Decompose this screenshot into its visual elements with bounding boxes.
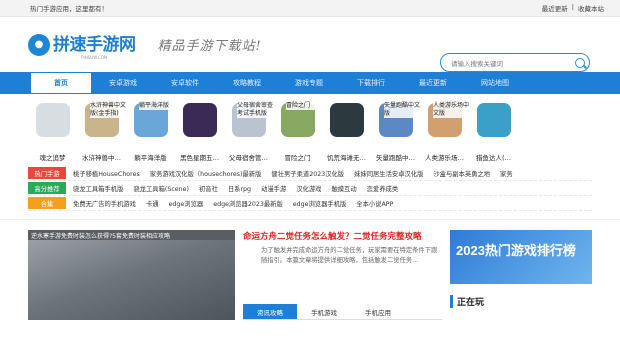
bookmark-site-link[interactable]: 收藏本站: [578, 3, 604, 13]
site-logo[interactable]: ● 拼速手游网 PINSUW.COM: [28, 30, 136, 60]
tag-link[interactable]: 初音社: [199, 184, 218, 193]
game-label[interactable]: 魂之追梦: [28, 152, 77, 162]
tag-row: 合集 免费无广告的手机游戏 卡通 edge浏览器 edge浏览器2023最新版 edge浏…: [28, 196, 592, 211]
tag-link[interactable]: 骁龙工具箱手机版: [73, 184, 123, 193]
game-item[interactable]: 人类游乐场中文版人类游乐场…: [420, 100, 471, 166]
logo-subtitle: PINSUW.COM: [81, 54, 108, 60]
tag-link[interactable]: 桃子移植HouseChores: [73, 169, 140, 178]
tag-link[interactable]: 动漫手游: [261, 184, 286, 193]
tag-link[interactable]: 妹妹同居生活安卓汉化版: [354, 169, 423, 178]
main-nav: 首页 安卓游戏 安卓软件 攻略教程 游戏专题 下载排行 最近更新 网站地图: [0, 72, 620, 94]
bottom-section: 逆水寒手游免费时装怎么获得?5套免费时装相应攻略 命运方舟二觉任务怎么触发？二觉…: [0, 219, 620, 320]
nav-item-5[interactable]: 下载排行: [340, 72, 402, 94]
game-app-icon[interactable]: [329, 103, 364, 137]
nav-item-6[interactable]: 最近更新: [402, 72, 464, 94]
tag-link[interactable]: 汉化游戏: [296, 184, 321, 193]
game-label[interactable]: 父母宿舍管…: [224, 152, 273, 162]
search-input[interactable]: 请输入搜索关键词: [451, 58, 575, 68]
tag-link[interactable]: edge浏览器2023最新版: [213, 199, 283, 208]
game-item[interactable]: 父母宿舍审查考试手机版父母宿舍管…: [224, 100, 275, 166]
news-description: 为了触发并完成命运方舟的二觉任务，玩家需要在特定条件下跟随指引。本篇文章将提供详…: [261, 247, 438, 264]
tag-link[interactable]: 恋爱养成类: [367, 184, 398, 193]
tag-row-heading[interactable]: 热门手游: [28, 167, 66, 179]
game-app-icon[interactable]: [182, 103, 217, 137]
tag-link[interactable]: 家务游戏汉化版（housechores)最新版: [150, 169, 262, 178]
game-label[interactable]: 人类游乐场…: [420, 152, 469, 162]
top-bar-tagline: 热门手游应用，这里都有！: [30, 5, 108, 13]
sidebar: 2023热门游戏排行榜 正在玩: [450, 230, 592, 320]
slide-caption[interactable]: 逆水寒手游免费时装怎么获得?5套免费时装相应攻略: [28, 230, 235, 240]
nav-item-3[interactable]: 攻略教程: [216, 72, 278, 94]
game-item[interactable]: 黑色星期五…: [175, 100, 224, 166]
logo-name: 拼速手游网: [53, 34, 136, 54]
nav-item-7[interactable]: 网站地图: [464, 72, 526, 94]
tag-link[interactable]: 触摸互动: [331, 184, 356, 193]
nav-item-4[interactable]: 游戏专题: [278, 72, 340, 94]
tag-link[interactable]: 卡通: [146, 199, 159, 208]
search-icon[interactable]: [575, 57, 585, 68]
game-item[interactable]: 猎鱼达人(…: [469, 100, 518, 166]
nav-item-0[interactable]: 首页: [30, 72, 92, 94]
game-item[interactable]: 魂之追梦: [28, 100, 77, 166]
game-item[interactable]: 水浒神兽中文版(金手指) 水浒神兽中…: [77, 100, 128, 166]
game-tooltip: 冒险之门: [286, 102, 324, 110]
now-playing-heading: 正在玩: [450, 295, 592, 308]
game-label[interactable]: 躺平海洋版: [126, 152, 175, 162]
game-app-icon[interactable]: [35, 103, 70, 137]
tag-row-heading[interactable]: 高分推荐: [28, 182, 66, 194]
game-item[interactable]: 饥荒海滩无…: [322, 100, 371, 166]
tag-row: 热门手游 桃子移植HouseChores 家务游戏汉化版（housechores)最…: [28, 166, 592, 181]
header: ● 拼速手游网 PINSUW.COM 精品手游下载站! 请输入搜索关键词: [0, 17, 620, 72]
tab-mobile-games[interactable]: 手机游戏: [297, 304, 351, 319]
tag-rows: 热门手游 桃子移植HouseChores 家务游戏汉化版（housechores)最…: [0, 166, 620, 211]
tab-news-guides[interactable]: 资讯攻略: [243, 304, 297, 319]
game-label[interactable]: 猎鱼达人(…: [469, 152, 518, 162]
tag-link[interactable]: 家务: [500, 169, 513, 178]
tag-link[interactable]: 骁龙工具箱(Scene): [133, 184, 189, 193]
game-tooltip: 水浒神兽中文版(金手指): [90, 102, 128, 118]
tag-link[interactable]: 沙盒与副本英勇之地: [433, 169, 490, 178]
search-box[interactable]: 请输入搜索关键词: [440, 53, 590, 72]
game-item[interactable]: 冒险之门 冒险之门: [273, 100, 324, 166]
tab-mobile-apps[interactable]: 手机应用: [351, 304, 405, 319]
game-tooltip: 人类游乐场中文版: [433, 102, 471, 118]
recent-updates-link[interactable]: 最近更新: [542, 3, 568, 13]
slogan: 精品手游下载站!: [157, 39, 262, 54]
top-bar: 热门手游应用，这里都有！ 最近更新 | 收藏本站: [0, 0, 620, 17]
game-tooltip: 矢量跑酷中文版: [384, 102, 422, 118]
game-label[interactable]: 水浒神兽中…: [77, 152, 126, 162]
game-icon-row: 魂之追梦 水浒神兽中文版(金手指) 水浒神兽中… 躺平海洋版 躺平海洋版 黑色星期五… 父母…: [0, 94, 620, 166]
top-bar-separator: |: [571, 3, 574, 11]
game-item[interactable]: 躺平海洋版 躺平海洋版: [126, 100, 177, 166]
tag-link[interactable]: 免费无广告的手机游戏: [73, 199, 136, 208]
tag-link[interactable]: 日系rpg: [228, 184, 251, 193]
tag-link[interactable]: 全本小说APP: [356, 199, 393, 208]
tag-row-heading[interactable]: 合集: [28, 197, 66, 209]
game-tooltip: 躺平海洋版: [139, 102, 177, 110]
featured-slide[interactable]: 逆水寒手游免费时装怎么获得?5套免费时装相应攻略: [28, 230, 235, 320]
nav-item-1[interactable]: 安卓游戏: [92, 72, 154, 94]
logo-mascot-icon: ●: [28, 33, 50, 56]
game-app-icon[interactable]: [476, 103, 511, 137]
tag-row: 高分推荐 骁龙工具箱手机版 骁龙工具箱(Scene) 初音社 日系rpg 动漫手游 汉化游戏…: [28, 181, 592, 196]
news-headline[interactable]: 命运方舟二觉任务怎么触发？二觉任务完整攻略: [243, 230, 442, 242]
game-label[interactable]: 黑色星期五…: [175, 152, 224, 162]
tag-link[interactable]: edge浏览器: [169, 199, 204, 208]
nav-item-2[interactable]: 安卓软件: [154, 72, 216, 94]
game-item[interactable]: 矢量跑酷中文版矢量跑酷中…: [371, 100, 422, 166]
game-label[interactable]: 矢量跑酷中…: [371, 152, 420, 162]
tag-link[interactable]: 健壮男子柔道2023汉化版: [271, 169, 344, 178]
game-label[interactable]: 饥荒海滩无…: [322, 152, 371, 162]
tag-link[interactable]: edge浏览器手机版: [293, 199, 347, 208]
news-tabs: 资讯攻略 手机游戏 手机应用: [243, 304, 442, 320]
ranking-banner-title: 2023热门游戏排行榜: [456, 243, 576, 258]
news-panel: 命运方舟二觉任务怎么触发？二觉任务完整攻略 为了触发并完成命运方舟的二觉任务，玩…: [243, 230, 442, 320]
game-tooltip: 父母宿舍审查考试手机版: [237, 102, 275, 118]
game-label[interactable]: 冒险之门: [273, 152, 322, 162]
ranking-banner[interactable]: 2023热门游戏排行榜: [450, 230, 592, 284]
slide-image: [28, 240, 235, 320]
